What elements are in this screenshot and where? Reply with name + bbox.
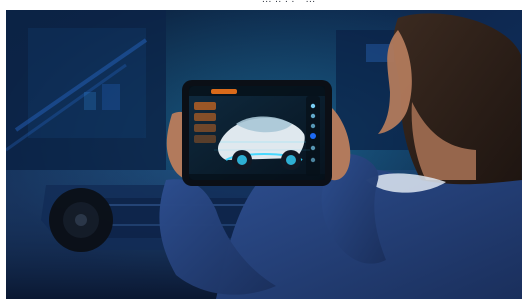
- app-top-bar: [189, 86, 325, 96]
- toolbar-icon-4: [310, 133, 316, 139]
- toolbar-icon-6: [310, 157, 316, 163]
- car-design-photo: [6, 10, 522, 299]
- toolbar-icon-2: [310, 113, 316, 119]
- toolbar-icon-1: [310, 103, 316, 109]
- photo-scene: ... .. . .-- ...: [0, 0, 522, 299]
- toolbar-icon-5: [310, 145, 316, 151]
- app-tab: [211, 89, 237, 94]
- top-strip-text: ... .. . .-- ...: [262, 0, 316, 5]
- workshop-structure: [6, 10, 166, 170]
- app-bottom-bar: [189, 174, 325, 180]
- top-strip: ... .. . .-- ...: [0, 0, 522, 10]
- toolbar-icon-3: [310, 123, 316, 129]
- tablet-right-toolbar: [306, 96, 320, 176]
- tablet-device: [182, 80, 332, 186]
